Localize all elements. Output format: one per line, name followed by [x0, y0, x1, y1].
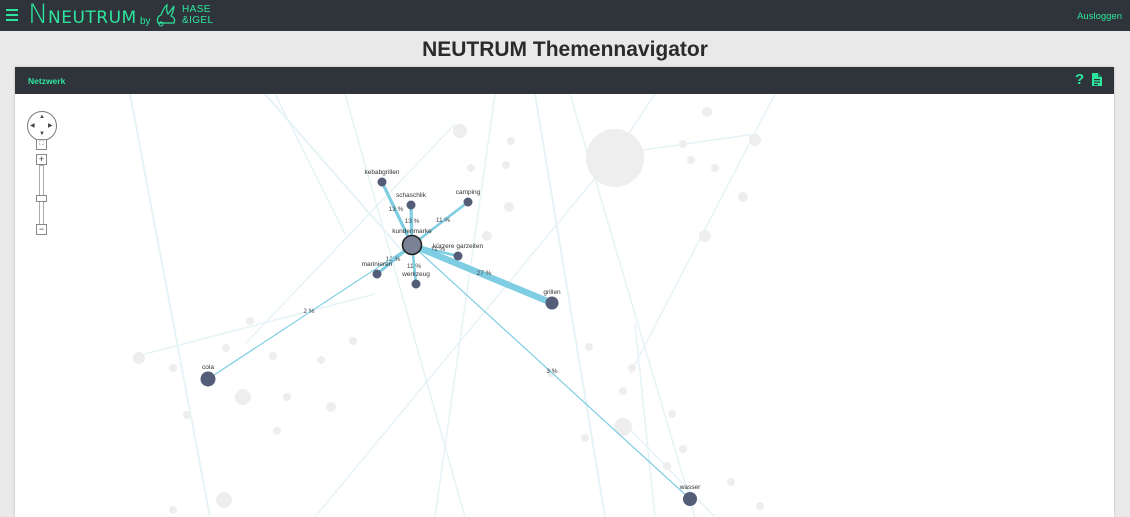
zoom-out-icon[interactable]: −	[36, 224, 47, 235]
node-label: marinieren	[362, 261, 393, 268]
node-grillen[interactable]	[545, 296, 559, 310]
fit-view-icon[interactable]: ⛶	[36, 139, 47, 150]
node-camping[interactable]	[463, 197, 473, 207]
network-panel: Netzwerk ? 13 % 13 % 11 % 11 % 12 % 11 %…	[15, 67, 1114, 517]
logo-letter: N	[28, 0, 49, 30]
hare-logo-icon	[156, 3, 176, 27]
panel-title: Netzwerk	[28, 76, 66, 86]
node-schaschlik[interactable]	[406, 200, 416, 210]
zoom-in-icon[interactable]: +	[36, 154, 47, 165]
node-label: wasser	[679, 484, 701, 491]
edge-percent-label: 27 %	[477, 270, 492, 277]
background-graph	[129, 94, 776, 517]
node-kebabgrillen[interactable]	[377, 177, 387, 187]
pan-up-icon[interactable]: ▲	[39, 114, 45, 120]
node-cola[interactable]	[200, 371, 216, 387]
menu-icon[interactable]	[6, 9, 18, 21]
node-wasser[interactable]	[683, 492, 697, 506]
edge-percent-label: 3 %	[546, 368, 557, 375]
node-label: cola	[202, 364, 214, 371]
pan-control[interactable]: ▲ ▼ ◀ ▶	[27, 111, 57, 141]
node-werkzeug[interactable]	[411, 279, 421, 289]
node-label: kürzere garzeiten	[433, 243, 484, 250]
zoom-slider-handle[interactable]	[36, 195, 47, 202]
panel-header: Netzwerk ?	[15, 67, 1114, 94]
export-document-icon[interactable]	[1092, 73, 1102, 86]
edge-percent-label: 13 %	[389, 206, 404, 213]
edge-percent-label: 13 %	[405, 218, 420, 225]
help-icon[interactable]: ?	[1075, 71, 1084, 88]
edge-percent-label: 2 %	[303, 308, 314, 315]
center-node-label: kundenmarke	[392, 228, 432, 235]
node-label: camping	[456, 189, 481, 196]
logo-by-text: by	[140, 16, 151, 27]
pan-right-icon[interactable]: ▶	[48, 123, 53, 129]
node-label: kebabgrillen	[364, 169, 399, 176]
node-label: werkzeug	[401, 271, 430, 278]
node-kürzere-garzeiten[interactable]	[453, 251, 463, 261]
edge-percent-label: 11 %	[436, 217, 451, 224]
node-marinieren[interactable]	[372, 269, 382, 279]
edge-percent-label: 11 %	[407, 263, 422, 270]
top-navbar: N NEUTRUM by HASE &IGEL Ausloggen	[0, 0, 1130, 31]
partner-logo-line2: &IGEL	[182, 15, 214, 26]
network-graph[interactable]: 13 %13 % 11 %11 %12 %11 %27 %2 %3 % kebab…	[15, 94, 1114, 517]
node-label: schaschlik	[396, 192, 427, 199]
logo-name: NEUTRUM	[48, 8, 137, 28]
pan-left-icon[interactable]: ◀	[30, 123, 35, 129]
node-center[interactable]	[401, 234, 423, 256]
node-label: grillen	[543, 289, 561, 296]
page-title: NEUTRUM Themennavigator	[422, 38, 708, 61]
partner-logo-line1: HASE	[182, 4, 211, 15]
logout-link[interactable]: Ausloggen	[1077, 11, 1122, 22]
pan-down-icon[interactable]: ▼	[39, 131, 45, 137]
